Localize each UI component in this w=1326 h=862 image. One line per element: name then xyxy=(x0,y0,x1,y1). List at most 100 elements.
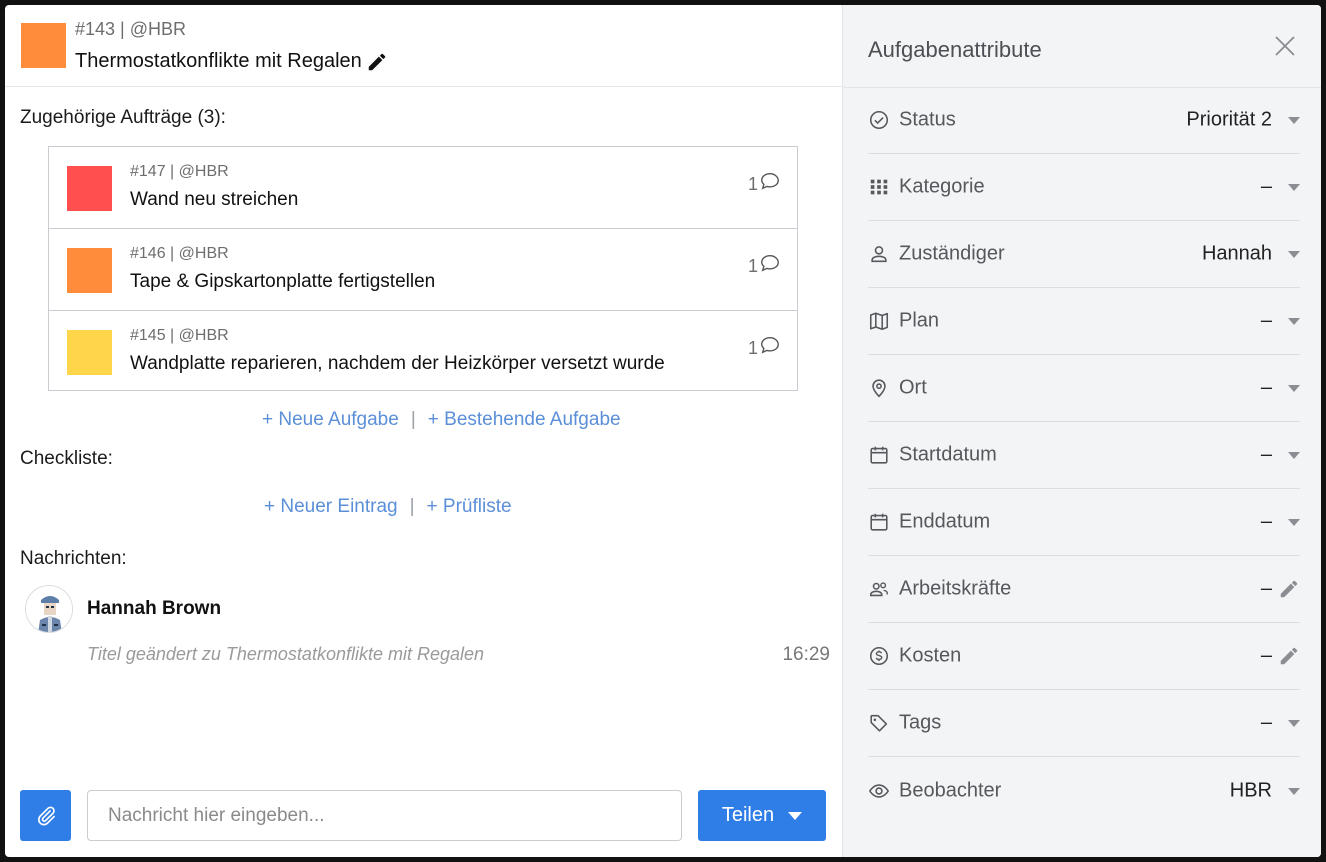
attribute-value[interactable]: – xyxy=(1261,176,1272,199)
task-detail-window: #143 | @HBR Thermostatkonflikte mit Rega… xyxy=(5,5,1321,857)
related-task-meta: #146 | @HBR xyxy=(130,245,229,262)
attribute-row-tags[interactable]: Tags – xyxy=(868,690,1300,757)
attribute-label: Arbeitskräfte xyxy=(899,577,1012,600)
comment-count[interactable]: 1 xyxy=(747,254,781,277)
paperclip-icon xyxy=(37,805,55,825)
comment-count[interactable]: 1 xyxy=(747,336,781,359)
check-circle-icon xyxy=(869,110,889,130)
task-main-panel: #143 | @HBR Thermostatkonflikte mit Rega… xyxy=(5,5,843,857)
attribute-row-plan[interactable]: Plan – xyxy=(868,288,1300,355)
attribute-value[interactable]: Hannah xyxy=(1202,243,1272,266)
attribute-value[interactable]: – xyxy=(1261,310,1272,333)
related-task-row[interactable]: #145 | @HBR Wandplatte reparieren, nachd… xyxy=(49,311,797,390)
attribute-row-beobachter[interactable]: Beobachter HBR xyxy=(868,757,1300,824)
attribute-row-status[interactable]: Status Priorität 2 xyxy=(868,87,1300,154)
task-title-text[interactable]: Thermostatkonflikte mit Regalen xyxy=(75,50,362,73)
attribute-value[interactable]: – xyxy=(1261,578,1272,601)
new-entry-link[interactable]: + Neuer Eintrag xyxy=(264,496,398,518)
related-task-row[interactable]: #146 | @HBR Tape & Gipskartonplatte fert… xyxy=(49,229,797,311)
comment-count-value: 1 xyxy=(747,338,758,358)
attribute-row-kosten[interactable]: Kosten – xyxy=(868,623,1300,690)
related-tasks-label: Zugehörige Aufträge (3): xyxy=(20,107,226,128)
caret-down-icon[interactable] xyxy=(1288,452,1300,459)
related-task-title[interactable]: Wandplatte reparieren, nachdem der Heizk… xyxy=(130,353,665,375)
attributes-panel: Aufgabenattribute Status Priorität 2 Kateg… xyxy=(843,5,1321,857)
task-title[interactable]: Thermostatkonflikte mit Regalen xyxy=(75,50,388,73)
pencil-icon[interactable] xyxy=(366,51,388,73)
attribute-value[interactable]: Priorität 2 xyxy=(1186,109,1272,132)
speech-bubble-icon xyxy=(761,336,779,354)
attribute-value[interactable]: – xyxy=(1261,645,1272,668)
attribute-label: Beobachter xyxy=(899,779,1002,801)
related-task-meta: #147 | @HBR xyxy=(130,163,229,180)
task-color-swatch xyxy=(67,330,112,375)
pencil-icon[interactable] xyxy=(1278,578,1300,600)
attribute-label: Status xyxy=(899,108,956,131)
task-color-swatch xyxy=(67,166,112,211)
attribute-label: Kategorie xyxy=(899,175,985,198)
attribute-value[interactable]: – xyxy=(1261,511,1272,534)
person-icon xyxy=(871,246,887,263)
related-task-title[interactable]: Wand neu streichen xyxy=(130,189,298,211)
comment-count-value: 1 xyxy=(747,256,758,276)
panel-title: Aufgabenattribute xyxy=(868,37,1042,62)
map-icon xyxy=(869,312,889,331)
calendar-icon xyxy=(870,513,888,531)
attribute-label: Tags xyxy=(899,711,942,734)
speech-bubble-icon xyxy=(761,254,779,272)
checklist-actions: + Neuer Eintrag | + Prüfliste xyxy=(264,496,512,518)
task-header: #143 | @HBR Thermostatkonflikte mit Rega… xyxy=(5,5,843,87)
caret-down-icon[interactable] xyxy=(1288,787,1300,795)
attribute-row-startdatum[interactable]: Startdatum – xyxy=(868,422,1300,489)
share-button-label: Teilen xyxy=(721,804,775,826)
task-color-swatch xyxy=(21,23,66,68)
calendar-icon xyxy=(870,446,888,464)
attribute-row-enddatum[interactable]: Enddatum – xyxy=(868,489,1300,556)
messages-label: Nachrichten: xyxy=(20,548,127,569)
tag-icon xyxy=(870,714,888,732)
caret-down-icon[interactable] xyxy=(1288,117,1300,124)
attribute-row-arbeitskräfte[interactable]: Arbeitskräfte – xyxy=(868,556,1300,623)
attribute-value[interactable]: HBR xyxy=(1230,779,1272,802)
caret-down-icon[interactable] xyxy=(1288,318,1300,325)
caret-down-icon[interactable] xyxy=(1288,720,1300,727)
task-color-swatch xyxy=(67,248,112,293)
message-text: Titel geändert zu Thermostatkonflikte mi… xyxy=(87,644,485,664)
attach-button[interactable] xyxy=(20,790,71,841)
caret-down-icon[interactable] xyxy=(1288,251,1300,258)
user-avatar-icon xyxy=(26,586,72,632)
attribute-value[interactable]: – xyxy=(1261,377,1272,400)
pencil-icon[interactable] xyxy=(1278,645,1300,667)
caret-down-icon[interactable] xyxy=(1288,519,1300,526)
attribute-row-zuständiger[interactable]: Zuständiger Hannah xyxy=(868,221,1300,288)
close-icon[interactable] xyxy=(1273,34,1297,58)
checklist-link[interactable]: + Prüfliste xyxy=(427,496,512,518)
eye-icon xyxy=(868,783,890,798)
attribute-list: Status Priorität 2 Kategorie – Zuständiger Ha… xyxy=(868,87,1300,824)
comment-count-value: 1 xyxy=(747,174,758,194)
existing-task-link[interactable]: + Bestehende Aufgabe xyxy=(428,409,621,431)
attribute-label: Zuständiger xyxy=(899,242,1005,265)
attribute-label: Plan xyxy=(899,309,940,332)
caret-down-icon[interactable] xyxy=(1288,385,1300,392)
new-task-link[interactable]: + Neue Aufgabe xyxy=(262,409,399,431)
comment-count[interactable]: 1 xyxy=(747,172,781,195)
task-meta: #143 | @HBR xyxy=(75,19,186,39)
related-task-meta: #145 | @HBR xyxy=(130,327,229,344)
attribute-row-ort[interactable]: Ort – xyxy=(868,355,1300,422)
related-task-title[interactable]: Tape & Gipskartonplatte fertigstellen xyxy=(130,271,435,293)
related-task-row[interactable]: #147 | @HBR Wand neu streichen 1 xyxy=(49,147,797,229)
attribute-label: Enddatum xyxy=(899,510,991,533)
attribute-value[interactable]: – xyxy=(1261,712,1272,735)
attribute-label: Kosten xyxy=(899,644,962,667)
share-button[interactable]: Teilen xyxy=(698,790,826,841)
related-tasks-list: #147 | @HBR Wand neu streichen 1 #146 | … xyxy=(48,146,798,391)
message-input[interactable] xyxy=(87,790,682,841)
message-author: Hannah Brown xyxy=(87,598,222,619)
people-icon xyxy=(869,582,888,597)
message-time: 16:29 xyxy=(782,644,830,665)
caret-down-icon[interactable] xyxy=(1288,184,1300,191)
attribute-label: Startdatum xyxy=(899,443,997,466)
attribute-row-kategorie[interactable]: Kategorie – xyxy=(868,154,1300,221)
attribute-value[interactable]: – xyxy=(1261,444,1272,467)
